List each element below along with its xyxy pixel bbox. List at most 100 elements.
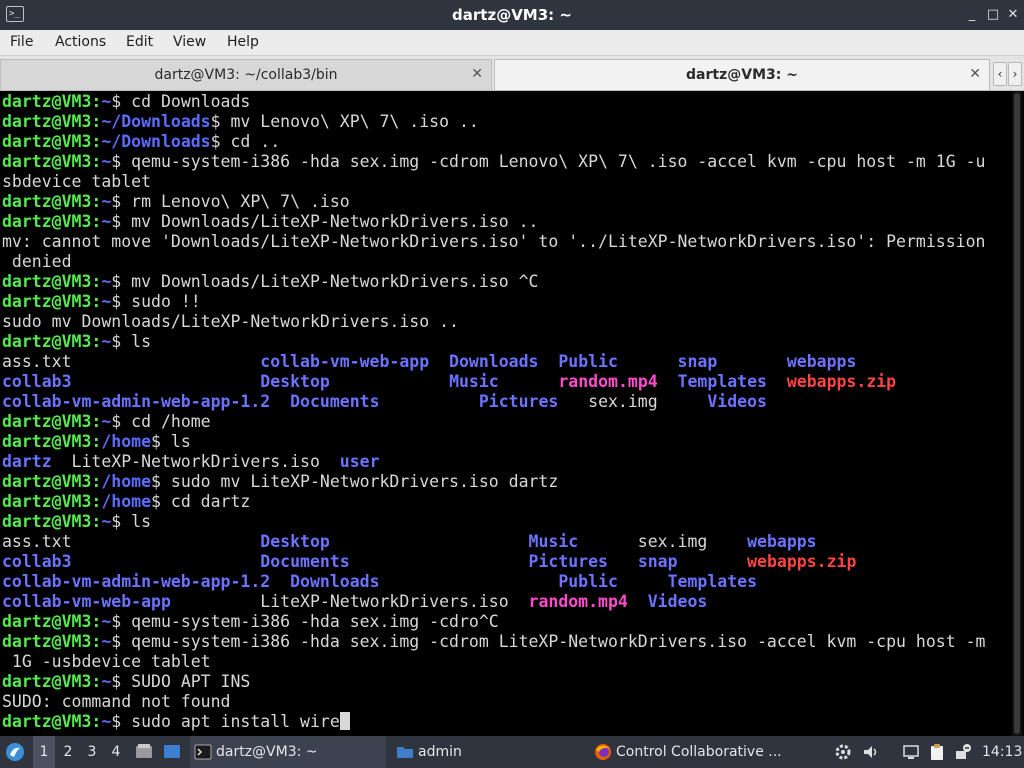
menu-edit[interactable]: Edit — [126, 34, 153, 50]
workspace-2[interactable]: 2 — [57, 736, 79, 768]
terminal-line: collab-vm-web-app LiteXP-NetworkDrivers.… — [2, 592, 985, 612]
prompt-user: dartz@VM3: — [2, 132, 102, 151]
prompt-path: ~ — [101, 412, 112, 431]
terminal-line: dartz@VM3:~$ sudo apt install wire — [2, 712, 985, 732]
clipboard-icon[interactable] — [928, 743, 946, 761]
directory-entry: snap — [677, 352, 718, 371]
network-icon[interactable] — [954, 743, 972, 761]
output-text: $ ls — [151, 432, 191, 451]
directory-entry: Music — [528, 532, 579, 551]
terminal-output: dartz@VM3:~$ cd Downloads dartz@VM3:~/Dow… — [2, 92, 985, 732]
output-text: $ qemu-system-i386 -hda sex.img -cdrom L… — [111, 632, 986, 651]
tab-label: dartz@VM3: ~ — [686, 67, 798, 83]
terminal-line: dartz@VM3:/home$ ls — [2, 432, 985, 452]
text-cursor — [339, 712, 350, 730]
minimize-icon[interactable]: _ — [963, 6, 981, 24]
directory-entry: Music — [449, 372, 499, 391]
prompt-path: ~ — [101, 512, 112, 531]
tab-scroll-right-icon[interactable]: › — [1008, 62, 1022, 86]
task-terminal[interactable]: dartz@VM3: ~ — [190, 736, 386, 768]
directory-entry: Videos — [707, 392, 767, 411]
prompt-user: dartz@VM3: — [2, 612, 102, 631]
terminal-line: mv: cannot move 'Downloads/LiteXP-Networ… — [2, 232, 985, 252]
output-text: $ mv Downloads/LiteXP-NetworkDrivers.iso… — [111, 272, 539, 291]
tab-collab3-bin[interactable]: dartz@VM3: ~/collab3/bin ✕ — [0, 59, 492, 90]
output-text: $ qemu-system-i386 -hda sex.img -cdrom L… — [111, 152, 986, 171]
prompt-user: dartz@VM3: — [2, 492, 102, 511]
clock[interactable]: 14:13 — [982, 736, 1022, 768]
terminal-view[interactable]: dartz@VM3:~$ cd Downloads dartz@VM3:~/Dow… — [0, 91, 1024, 736]
terminal-line: dartz@VM3:~/Downloads$ cd .. — [2, 132, 985, 152]
prompt-path: ~/Downloads — [101, 132, 211, 151]
tab-scroll-left-icon[interactable]: ‹ — [993, 62, 1007, 86]
tab-close-icon[interactable]: ✕ — [969, 66, 981, 82]
directory-entry: Public — [558, 572, 618, 591]
output-text: $ rm Lenovo\ XP\ 7\ .iso — [111, 192, 350, 211]
close-icon[interactable]: ✕ — [1004, 6, 1022, 24]
terminal-line: ass.txt Desktop Music sex.img webapps — [2, 532, 985, 552]
prompt-path: ~ — [101, 332, 112, 351]
terminal-line: dartz@VM3:~$ qemu-system-i386 -hda sex.i… — [2, 152, 985, 172]
menu-view[interactable]: View — [173, 34, 206, 50]
task-label: Control Collaborative ... — [616, 744, 782, 760]
volume-icon[interactable] — [862, 743, 880, 761]
directory-entry: Pictures — [478, 392, 559, 411]
terminal-line: dartz@VM3:~$ cd /home — [2, 412, 985, 432]
output-text: $ sudo mv LiteXP-NetworkDrivers.iso dart… — [151, 472, 559, 491]
prompt-path: ~ — [101, 212, 112, 231]
tab-home[interactable]: dartz@VM3: ~ ✕ — [494, 59, 990, 90]
directory-entry: collab-vm-web-app — [260, 352, 430, 371]
menu-file[interactable]: File — [10, 34, 33, 50]
scrollbar-thumb[interactable] — [1014, 93, 1020, 734]
directory-entry: collab-vm-web-app — [2, 592, 171, 611]
output-text: $ mv Lenovo\ XP\ 7\ .iso .. — [210, 112, 479, 131]
show-desktop-icon[interactable] — [162, 736, 184, 768]
output-text: sex.img — [558, 392, 708, 411]
settings-icon[interactable] — [834, 743, 852, 761]
terminal-scrollbar[interactable] — [1012, 91, 1022, 736]
terminal-line: dartz@VM3:~$ rm Lenovo\ XP\ 7\ .iso — [2, 192, 985, 212]
menu-actions[interactable]: Actions — [55, 34, 106, 50]
output-text: denied — [2, 252, 72, 271]
terminal-line: dartz@VM3:~$ mv Downloads/LiteXP-Network… — [2, 212, 985, 232]
directory-entry: webapps — [786, 352, 857, 371]
directory-entry: collab3 — [2, 552, 72, 571]
prompt-path: ~ — [101, 192, 112, 211]
display-icon[interactable] — [902, 743, 920, 761]
window-titlebar[interactable]: >_ dartz@VM3: ~ _ □ ✕ — [0, 0, 1024, 30]
window-title: dartz@VM3: ~ — [452, 6, 572, 24]
workspace-3[interactable]: 3 — [81, 736, 103, 768]
directory-entry: Public — [558, 352, 618, 371]
tab-close-icon[interactable]: ✕ — [471, 66, 483, 82]
output-text: $ sudo !! — [111, 292, 201, 311]
prompt-path: /home — [101, 472, 152, 491]
terminal-line: denied — [2, 252, 985, 272]
output-text: $ qemu-system-i386 -hda sex.img -cdro^C — [111, 612, 499, 631]
workspace-1[interactable]: 1 — [33, 736, 55, 768]
output-text: $ ls — [111, 512, 152, 531]
archive-file-entry: webapps.zip — [786, 372, 897, 391]
prompt-user: dartz@VM3: — [2, 672, 102, 691]
terminal-line: SUDO: command not found — [2, 692, 985, 712]
menu-help[interactable]: Help — [227, 34, 259, 50]
tab-label: dartz@VM3: ~/collab3/bin — [154, 67, 338, 83]
firefox-icon — [595, 744, 611, 760]
maximize-icon[interactable]: □ — [984, 6, 1002, 24]
output-text: LiteXP-NetworkDrivers.iso — [51, 452, 340, 471]
task-admin-folder[interactable]: admin — [392, 736, 582, 768]
task-firefox[interactable]: Control Collaborative ... — [590, 736, 790, 768]
output-text: sbdevice tablet — [2, 172, 152, 191]
output-text: 1G -usbdevice tablet — [2, 652, 211, 671]
output-text: $ cd Downloads — [111, 92, 251, 111]
start-menu-icon[interactable] — [4, 736, 30, 768]
terminal-line: sudo mv Downloads/LiteXP-NetworkDrivers.… — [2, 312, 985, 332]
workspace-4[interactable]: 4 — [105, 736, 127, 768]
file-manager-launcher-icon[interactable] — [134, 736, 156, 768]
directory-entry: Templates — [667, 572, 757, 591]
prompt-path: ~ — [101, 292, 112, 311]
output-text: $ ls — [111, 332, 152, 351]
